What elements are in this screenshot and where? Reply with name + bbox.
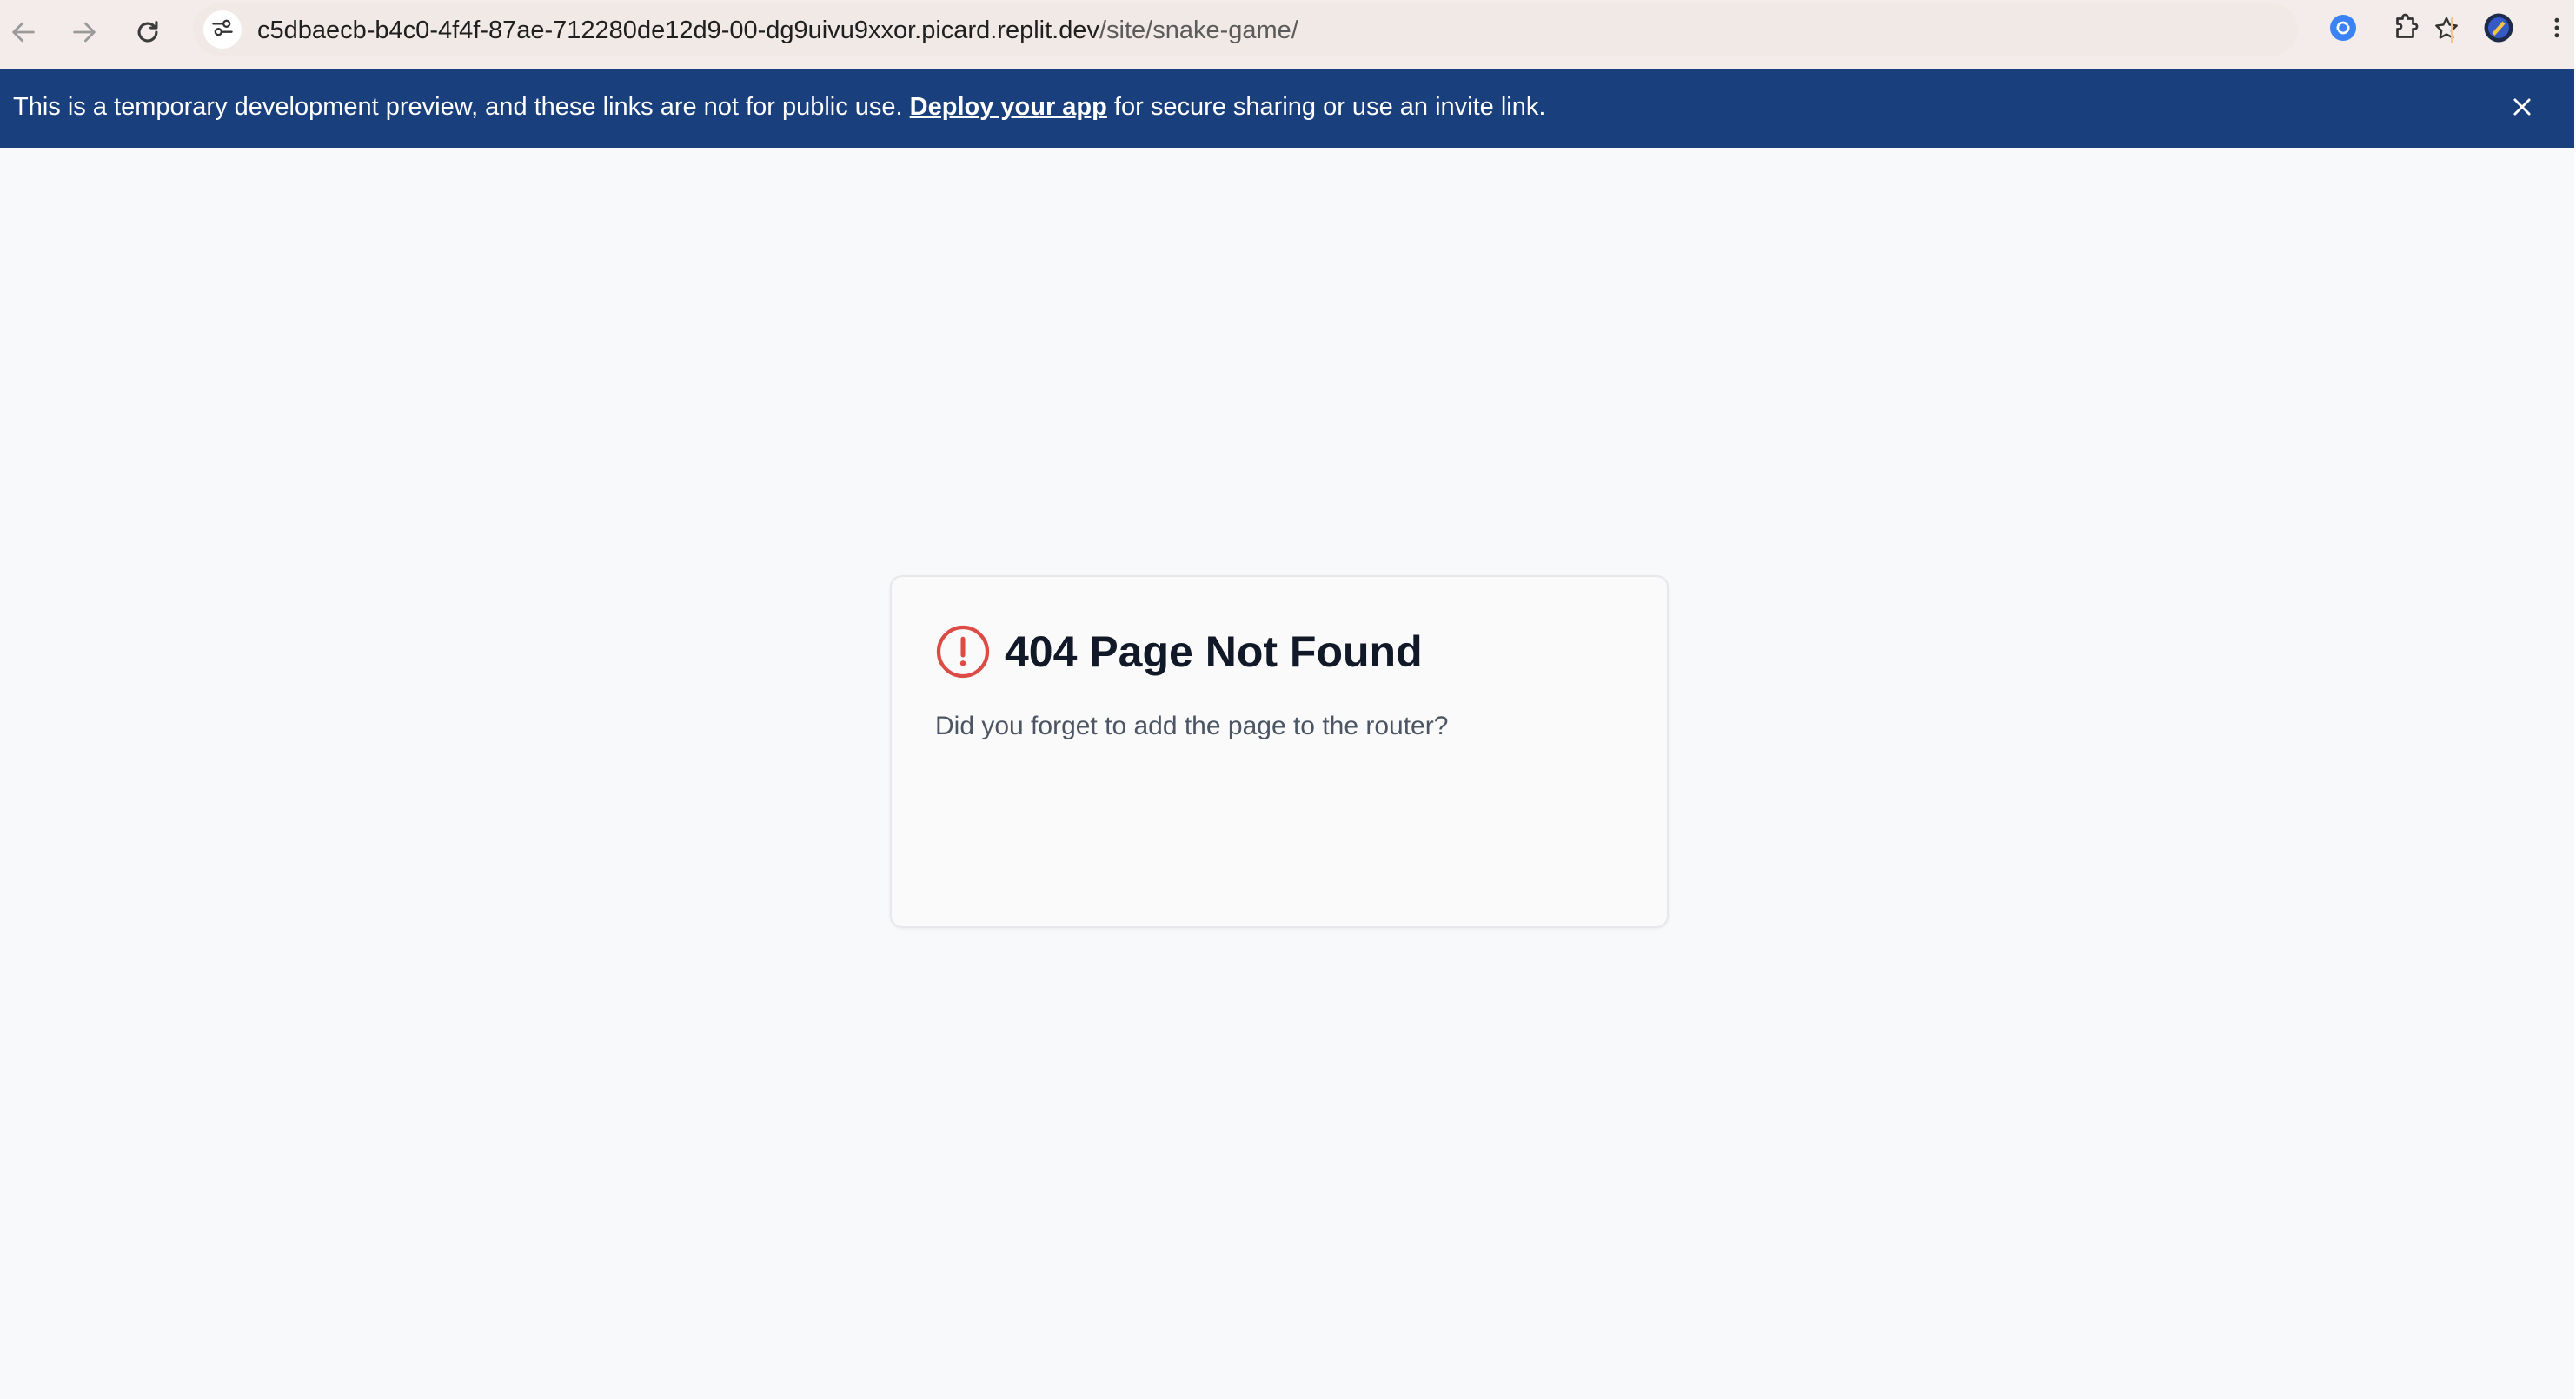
sync-icon [2327,12,2359,48]
url-host: c5dbaecb-b4c0-4f4f-87ae-712280de12d9-00-… [257,17,1099,44]
address-bar[interactable]: c5dbaecb-b4c0-4f4f-87ae-712280de12d9-00-… [193,3,2458,56]
toolbar-divider [2451,17,2453,43]
deploy-app-link[interactable]: Deploy your app [910,93,1107,121]
site-info-button[interactable] [203,10,242,49]
banner-text-after: for secure sharing or use an invite link… [1113,93,1546,121]
reload-icon [133,17,163,51]
extensions-button[interactable] [2386,9,2427,50]
banner-close-button[interactable] [2503,90,2541,128]
back-button[interactable] [2,12,45,56]
close-icon [2510,95,2534,123]
url-text[interactable]: c5dbaecb-b4c0-4f4f-87ae-712280de12d9-00-… [257,16,1298,45]
browser-menu-button[interactable] [2541,9,2573,50]
reload-button[interactable] [126,12,169,56]
puzzle-icon [2391,12,2422,48]
error-message: Did you forget to add the page to the ro… [935,712,1449,740]
error-card: 404 Page Not Found Did you forget to add… [890,575,1669,928]
banner-text-before: This is a temporary development preview,… [13,93,903,121]
error-title: 404 Page Not Found [1005,627,1423,676]
banner-message: This is a temporary development preview,… [13,91,1545,123]
dev-preview-banner: This is a temporary development preview,… [0,69,2574,148]
alert-circle-icon [935,624,991,680]
profile-button[interactable] [2478,9,2520,50]
arrow-left-icon [9,17,38,51]
tune-icon [210,16,235,44]
extension-button[interactable] [2322,9,2364,50]
more-vertical-icon [2544,15,2570,45]
bookmark-button[interactable] [2427,10,2466,50]
browser-toolbar: c5dbaecb-b4c0-4f4f-87ae-712280de12d9-00-… [0,0,2576,69]
arrow-right-icon [70,17,99,51]
avatar-icon [2483,12,2514,48]
forward-button[interactable] [63,12,106,56]
url-path: /site/snake-game/ [1099,17,1298,44]
star-icon [2433,15,2460,47]
